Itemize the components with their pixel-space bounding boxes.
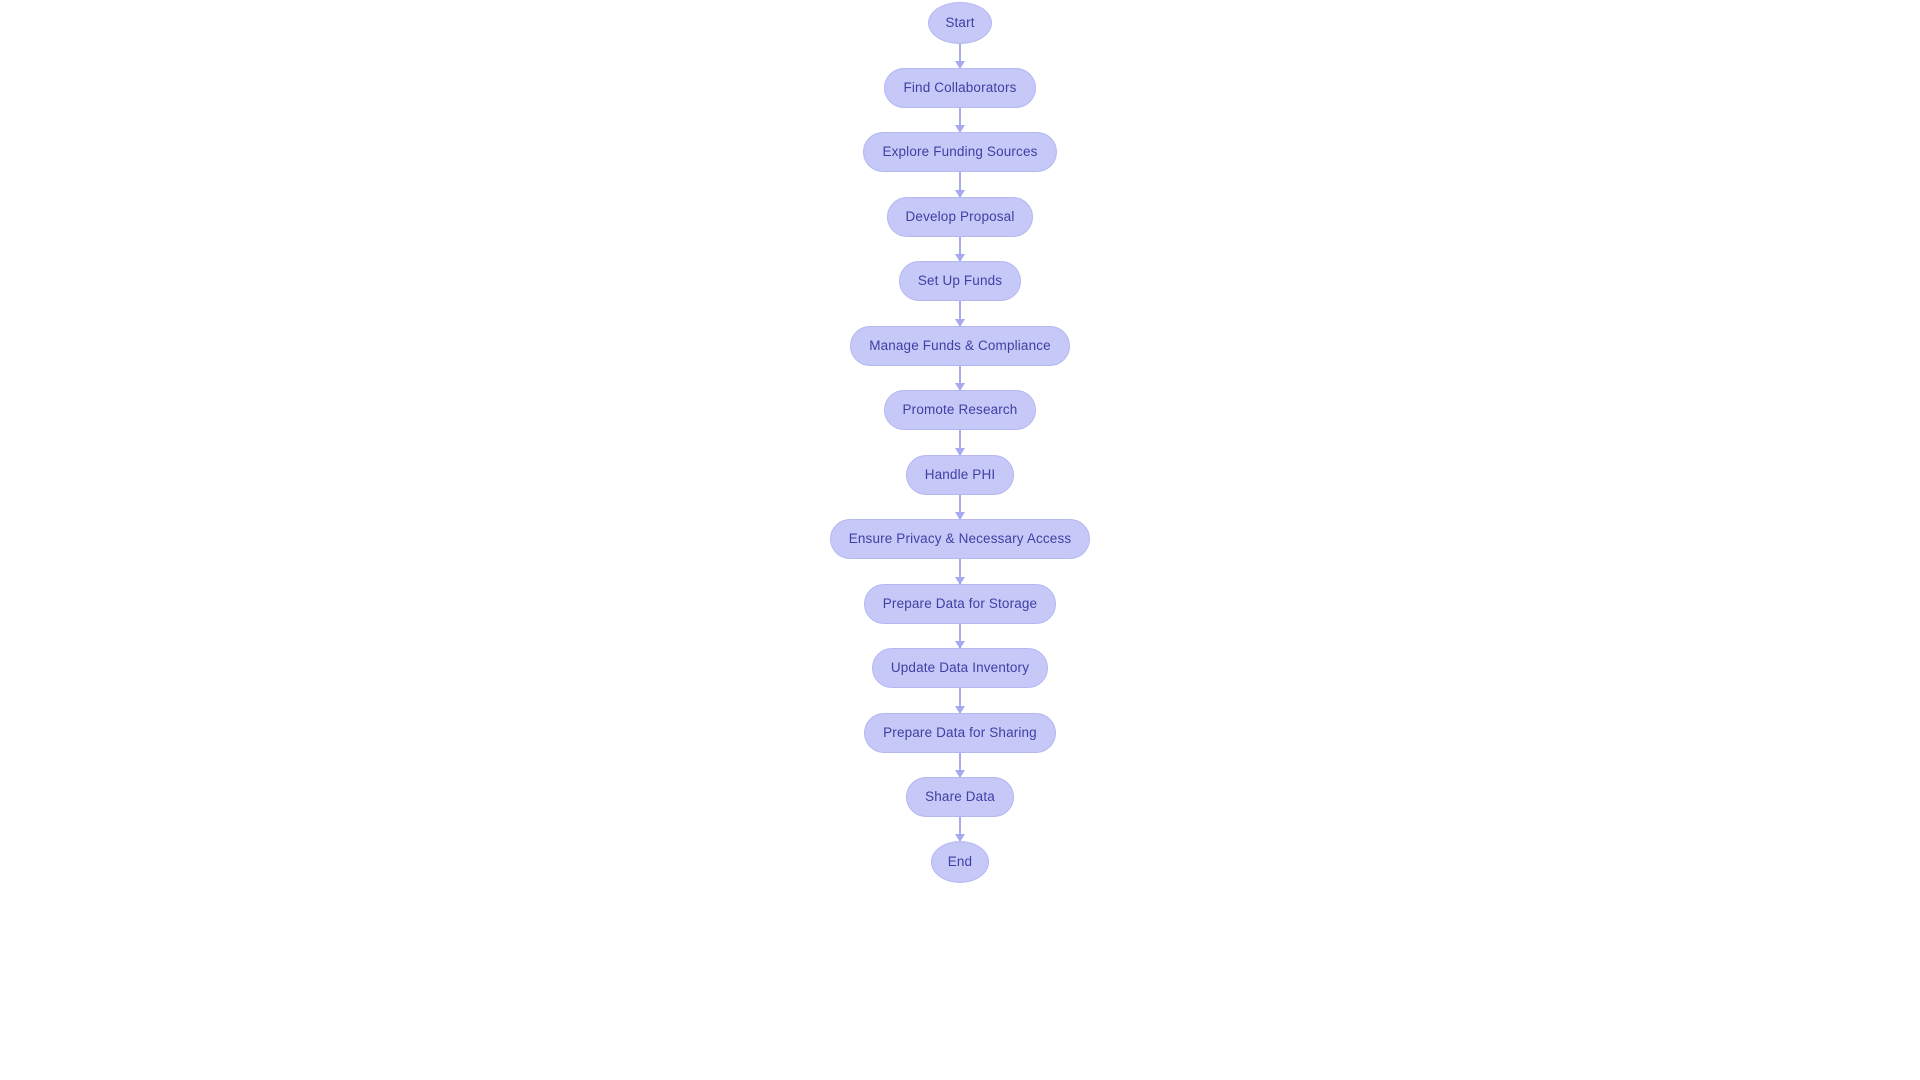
flow-node-find-collaborators[interactable]: Find Collaborators (884, 67, 1036, 108)
flow-node-label: Prepare Data for Sharing (883, 724, 1037, 740)
flow-node-label: Promote Research (902, 402, 1018, 418)
flow-node-label: Ensure Privacy & Necessary Access (848, 531, 1072, 547)
flow-node-label: Explore Funding Sources (882, 144, 1038, 160)
flow-node-label: Set Up Funds (917, 273, 1003, 289)
flow-connector-promote-research-to-handle-phi (950, 430, 970, 456)
flow-node-explore-funding[interactable]: Explore Funding Sources (863, 132, 1057, 172)
flow-connector-prepare-storage-to-update-inventory (950, 623, 970, 649)
flow-node-label: End (947, 853, 973, 869)
flowchart-canvas: Start Find Collaborators Explore Funding S… (0, 0, 1920, 1080)
flow-connector-set-up-funds-to-manage-funds (950, 301, 970, 327)
flow-connector-prepare-sharing-to-share-data (950, 752, 970, 778)
flow-node-handle-phi[interactable]: Handle PHI (905, 454, 1015, 495)
flow-node-promote-research[interactable]: Promote Research (883, 390, 1037, 430)
flow-node-update-inventory[interactable]: Update Data Inventory (871, 648, 1049, 688)
flow-node-label: Prepare Data for Storage (882, 595, 1038, 611)
flow-connector-start-to-find-collaborators (950, 44, 970, 69)
flow-node-label: Update Data Inventory (890, 660, 1030, 676)
flow-node-end[interactable]: End (930, 840, 990, 883)
flow-node-label: Develop Proposal (905, 208, 1015, 224)
flow-node-share-data[interactable]: Share Data (906, 777, 1014, 817)
flow-connector-share-data-to-end (950, 817, 970, 842)
flow-connector-ensure-privacy-to-prepare-storage (950, 559, 970, 585)
flow-node-start[interactable]: Start (928, 2, 992, 44)
flow-node-set-up-funds[interactable]: Set Up Funds (898, 261, 1022, 301)
flow-connector-find-collaborators-to-explore-funding (950, 107, 970, 133)
flow-node-prepare-storage[interactable]: Prepare Data for Storage (863, 583, 1057, 624)
flow-node-ensure-privacy[interactable]: Ensure Privacy & Necessary Access (829, 519, 1091, 559)
flow-node-prepare-sharing[interactable]: Prepare Data for Sharing (864, 712, 1056, 753)
flow-node-develop-proposal[interactable]: Develop Proposal (886, 196, 1034, 237)
flow-node-label: Manage Funds & Compliance (869, 337, 1051, 353)
flow-node-manage-funds[interactable]: Manage Funds & Compliance (850, 325, 1070, 366)
flow-connector-develop-proposal-to-set-up-funds (950, 236, 970, 262)
flowchart-node-chain: Start Find Collaborators Explore Funding S… (0, 0, 1920, 1080)
flow-connector-manage-funds-to-promote-research (950, 365, 970, 391)
flow-connector-handle-phi-to-ensure-privacy (950, 494, 970, 520)
flow-node-label: Find Collaborators (903, 79, 1017, 95)
flow-node-label: Start (945, 15, 975, 31)
flow-node-label: Share Data (925, 789, 995, 805)
flow-connector-update-inventory-to-prepare-sharing (950, 688, 970, 714)
flow-node-label: Handle PHI (924, 466, 996, 482)
flow-connector-explore-funding-to-develop-proposal (950, 172, 970, 198)
